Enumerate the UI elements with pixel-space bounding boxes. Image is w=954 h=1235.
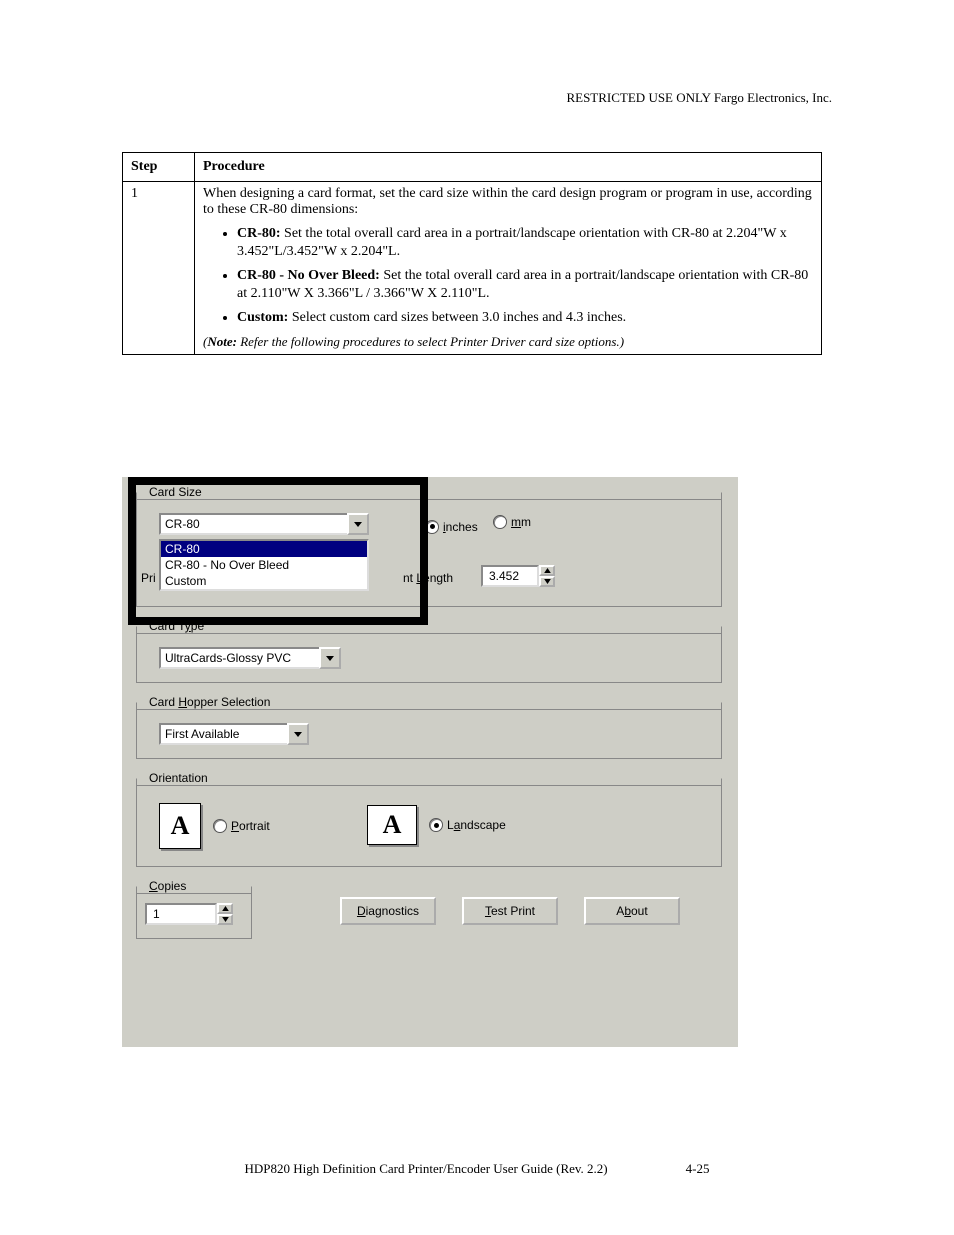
landscape-icon: A	[367, 805, 417, 845]
stepper-up-icon[interactable]	[217, 903, 233, 914]
procedure-note: (Note: Refer the following procedures to…	[203, 334, 813, 350]
stepper-down-icon[interactable]	[217, 914, 233, 925]
card-hopper-group: Card Hopper Selection First Available	[136, 695, 722, 759]
card-hopper-dropdown[interactable]: First Available	[159, 723, 309, 745]
col-procedure: Procedure	[203, 159, 265, 174]
orientation-legend: Orientation	[147, 771, 210, 785]
printer-options-panel: Card Size CR-80 iinchesnches mm CR-80 CR…	[122, 477, 738, 1047]
step-cell: 1	[123, 182, 195, 355]
copies-legend: Copies	[147, 879, 188, 893]
orientation-group: Orientation A Portrait A Landscape	[136, 771, 722, 867]
stepper-up-icon[interactable]	[539, 565, 555, 576]
card-type-group: Card Type UltraCards-Glossy PVC	[136, 619, 722, 683]
page-footer: HDP820 High Definition Card Printer/Enco…	[0, 1161, 954, 1177]
list-item: CR-80: Set the total overall card area i…	[237, 225, 813, 260]
list-item: CR-80 - No Over Bleed: Set the total ove…	[237, 267, 813, 302]
portrait-icon: A	[159, 803, 201, 849]
chevron-down-icon[interactable]	[319, 647, 341, 669]
page-header: RESTRICTED USE ONLY Fargo Electronics, I…	[0, 90, 954, 106]
procedure-table: Step Procedure 1 When designing a card f…	[122, 152, 822, 355]
copies-group: Copies 1	[136, 879, 252, 939]
copies-stepper[interactable]: 1	[145, 903, 233, 925]
landscape-radio[interactable]: Landscape	[429, 818, 506, 832]
test-print-button[interactable]: Test Print	[462, 897, 558, 925]
card-type-legend: Card Type	[147, 619, 206, 633]
about-button[interactable]: About	[584, 897, 680, 925]
list-item: Custom: Select custom card sizes between…	[237, 309, 813, 327]
bullet-list: CR-80: Set the total overall card area i…	[203, 225, 813, 327]
chevron-down-icon[interactable]	[287, 723, 309, 745]
procedure-intro: When designing a card format, set the ca…	[203, 186, 813, 218]
unit-inches-radio[interactable]: iinchesnches	[425, 520, 478, 534]
stepper-down-icon[interactable]	[539, 576, 555, 587]
col-step: Step	[131, 159, 157, 174]
diagnostics-button[interactable]: Diagnostics	[340, 897, 436, 925]
card-type-dropdown[interactable]: UltraCards-Glossy PVC	[159, 647, 341, 669]
card-hopper-legend: Card Hopper Selection	[147, 695, 272, 709]
highlight-frame	[128, 477, 428, 625]
print-length-stepper[interactable]: 3.452	[481, 565, 555, 587]
portrait-radio[interactable]: Portrait	[213, 819, 270, 833]
unit-mm-radio[interactable]: mm	[493, 515, 531, 529]
